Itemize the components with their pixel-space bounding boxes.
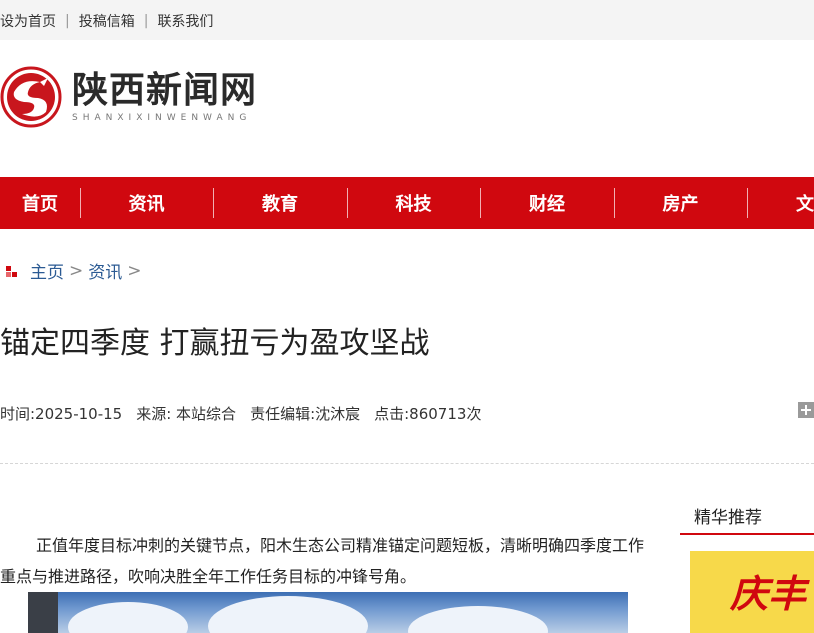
article-paragraph: 正值年度目标冲刺的关键节点，阳木生态公司精准锚定问题短板，清晰明确四季度工作重点… — [0, 536, 645, 586]
featured-image[interactable]: 庆丰 — [690, 551, 814, 633]
divider: | — [65, 13, 70, 29]
section-divider — [0, 463, 814, 464]
article-photo — [28, 592, 628, 633]
logo-subtitle: SHANXIXINWENWANG — [72, 113, 252, 123]
breadcrumb-separator: > — [127, 260, 142, 281]
article-meta: 时间:2025-10-15 来源: 本站综合 责任编辑:沈沐宸 点击:86071… — [0, 403, 495, 424]
nav-item-culture[interactable]: 文 — [747, 177, 814, 229]
article-title: 锚定四季度 打赢扭亏为盈攻坚战 — [0, 326, 430, 361]
publish-time: 时间:2025-10-15 — [0, 405, 123, 423]
nav-item-finance[interactable]: 财经 — [480, 177, 614, 229]
breadcrumb: 主页 > 资讯 > — [4, 258, 147, 283]
logo-emblem-icon — [0, 66, 62, 128]
nav-item-news[interactable]: 资讯 — [80, 177, 213, 229]
submit-mailbox-link[interactable]: 投稿信箱 — [79, 11, 135, 31]
featured-title: 精华推荐 — [694, 508, 762, 528]
divider: | — [143, 13, 149, 29]
breadcrumb-separator: > — [69, 260, 84, 281]
location-icon — [6, 265, 17, 277]
logo-title: 陕西新闻网 — [72, 70, 258, 111]
click-count: 点击:860713次 — [374, 405, 482, 423]
article-editor: 责任编辑:沈沐宸 — [250, 405, 361, 423]
top-bar: 设为首页 | 投稿信箱 | 联系我们 — [0, 0, 814, 40]
contact-us-link[interactable]: 联系我们 — [157, 11, 213, 31]
top-links: 设为首页 | 投稿信箱 | 联系我们 — [0, 11, 213, 31]
share-plus-icon[interactable] — [798, 402, 814, 418]
nav-item-home[interactable]: 首页 — [0, 177, 80, 229]
nav-item-realestate[interactable]: 房产 — [614, 177, 747, 229]
nav-item-education[interactable]: 教育 — [213, 177, 347, 229]
article-source: 来源: 本站综合 — [136, 405, 237, 423]
main-nav: 首页 资讯 教育 科技 财经 房产 文 — [0, 177, 814, 229]
breadcrumb-home[interactable]: 主页 — [30, 258, 64, 283]
featured-image-text: 庆丰 — [730, 572, 807, 616]
breadcrumb-section[interactable]: 资讯 — [88, 258, 122, 283]
featured-header: 精华推荐 — [680, 497, 814, 535]
set-homepage-link[interactable]: 设为首页 — [0, 11, 56, 31]
site-logo[interactable]: 陕西新闻网 SHANXIXINWENWANG — [0, 66, 257, 128]
nav-item-tech[interactable]: 科技 — [347, 177, 480, 229]
